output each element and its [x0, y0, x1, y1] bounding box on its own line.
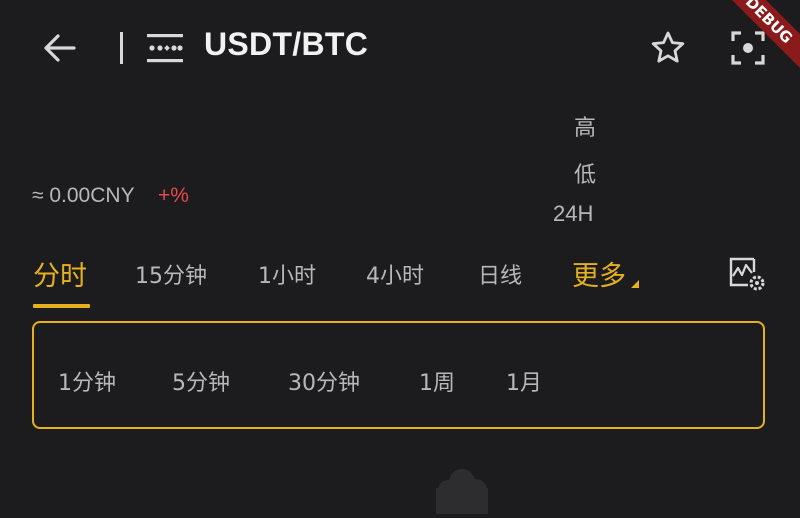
- loading-placeholder: [432, 466, 492, 514]
- interval-tabs: 分时 15分钟 1小时 4小时 日线 更多: [0, 248, 800, 312]
- approx-price: ≈ 0.00CNY: [32, 184, 135, 207]
- interval-option-1week[interactable]: 1周: [419, 365, 455, 397]
- star-outline-icon: [651, 31, 685, 63]
- drawer-menu-icon: [147, 34, 183, 63]
- arrow-left-icon: [44, 34, 76, 62]
- price-change: +%: [158, 184, 189, 207]
- interval-option-1min[interactable]: 1分钟: [58, 365, 116, 397]
- more-intervals-panel: 1分钟 5分钟 30分钟 1周 1月: [32, 321, 765, 429]
- tab-more[interactable]: 更多: [572, 254, 626, 293]
- interval-option-5min[interactable]: 5分钟: [172, 365, 230, 397]
- caret-icon: [631, 280, 639, 288]
- tab-daily[interactable]: 日线: [478, 258, 522, 290]
- back-button[interactable]: [38, 28, 82, 68]
- chart-settings-icon: [729, 257, 765, 291]
- cloud-icon: [436, 469, 488, 514]
- favorite-button[interactable]: [648, 28, 688, 68]
- title-divider: [120, 32, 123, 64]
- fullscreen-button[interactable]: [728, 28, 768, 68]
- top-bar: USDT/BTC DEBUG: [0, 0, 800, 96]
- scan-frame-icon: [731, 31, 765, 65]
- chart-settings-button[interactable]: [728, 256, 766, 292]
- tab-1hour[interactable]: 1小时: [258, 258, 316, 290]
- high-label: 高: [574, 116, 597, 141]
- pair-title: USDT/BTC: [204, 26, 369, 62]
- volume-24h-label: 24H: [553, 201, 594, 226]
- tab-timeshare[interactable]: 分时: [33, 254, 87, 293]
- interval-option-1month[interactable]: 1月: [506, 365, 542, 397]
- interval-option-30min[interactable]: 30分钟: [288, 365, 360, 397]
- pair-drawer-button[interactable]: [146, 32, 184, 64]
- low-label: 低: [574, 163, 597, 188]
- active-tab-indicator: [33, 304, 90, 308]
- tab-4hour[interactable]: 4小时: [366, 258, 424, 290]
- tab-15min[interactable]: 15分钟: [135, 258, 207, 290]
